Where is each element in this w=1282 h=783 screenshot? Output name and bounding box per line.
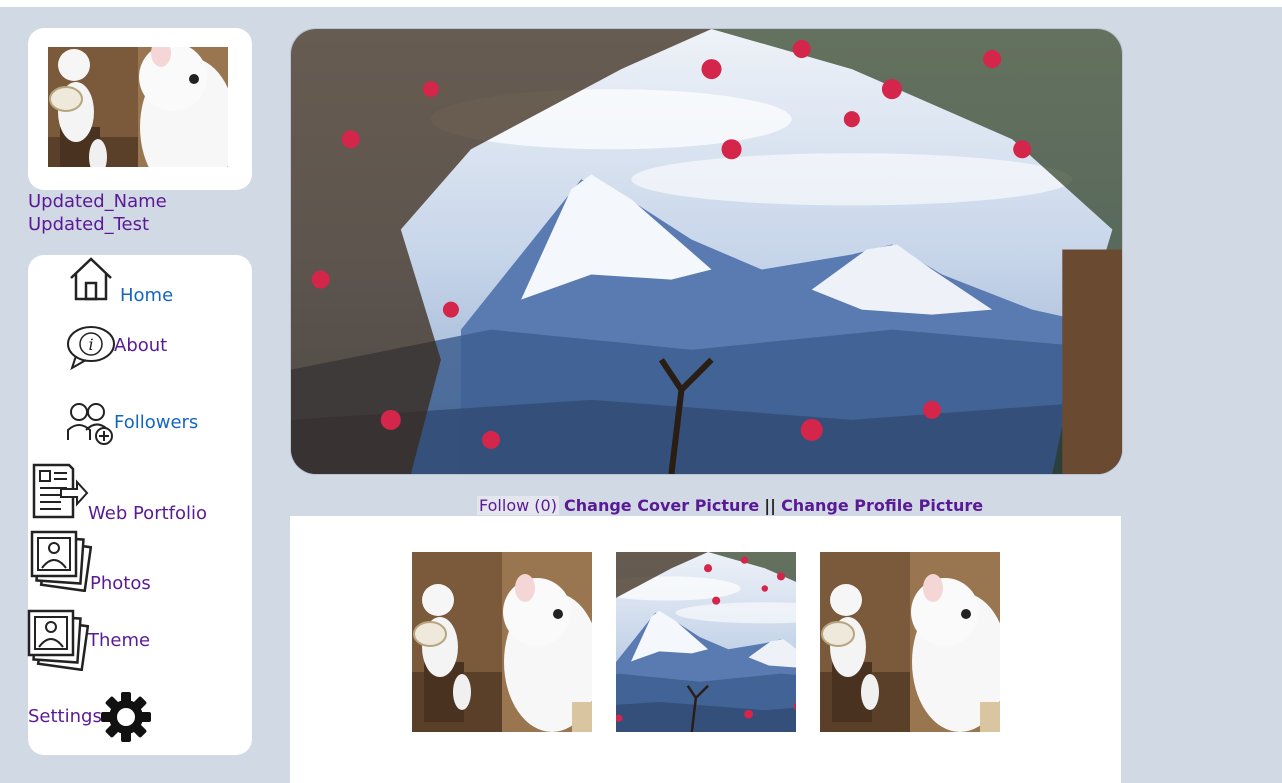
profile-subtitle: Updated_Test [28, 214, 150, 235]
change-profile-picture-link[interactable]: Change Profile Picture [781, 496, 983, 515]
profile-actions: Follow (0) Change Cover Picture || Chang… [477, 496, 983, 515]
gallery-panel [290, 516, 1121, 783]
document-arrow-icon[interactable] [31, 462, 89, 520]
white-cat-photo-icon [412, 552, 592, 732]
profile-card [28, 28, 252, 190]
change-cover-picture-link[interactable]: Change Cover Picture [564, 496, 759, 515]
actions-separator: || [764, 496, 776, 515]
gallery-photo[interactable] [616, 552, 796, 732]
gallery-photo[interactable] [412, 552, 592, 732]
theme-photo-stack-icon[interactable] [27, 609, 89, 671]
gear-icon[interactable] [100, 691, 152, 743]
mountain-cover-icon [291, 29, 1122, 474]
profile-picture[interactable] [48, 47, 228, 167]
nav-about-link[interactable]: About [114, 335, 167, 356]
svg-text:i: i [88, 335, 93, 354]
follow-button[interactable]: Follow (0) [477, 496, 559, 515]
nav-web-portfolio-link[interactable]: Web Portfolio [88, 503, 207, 524]
gallery-photo[interactable] [820, 552, 1000, 732]
nav-theme-link[interactable]: Theme [88, 630, 150, 651]
followers-icon[interactable] [66, 400, 116, 446]
nav-settings-link[interactable]: Settings [28, 706, 102, 727]
nav-followers-link[interactable]: Followers [114, 412, 198, 433]
house-icon[interactable] [68, 256, 114, 302]
info-bubble-icon[interactable]: i [66, 324, 116, 370]
white-cat-photo-icon [820, 552, 1000, 732]
profile-name: Updated_Name [28, 191, 167, 212]
top-strip [0, 0, 1282, 7]
white-cat-photo-icon [48, 47, 228, 167]
photo-stack-icon[interactable] [30, 530, 92, 592]
nav-home-link[interactable]: Home [120, 285, 173, 306]
cover-photo[interactable] [290, 28, 1123, 475]
nav-photos-link[interactable]: Photos [90, 573, 151, 594]
mountain-photo-icon [616, 552, 796, 732]
